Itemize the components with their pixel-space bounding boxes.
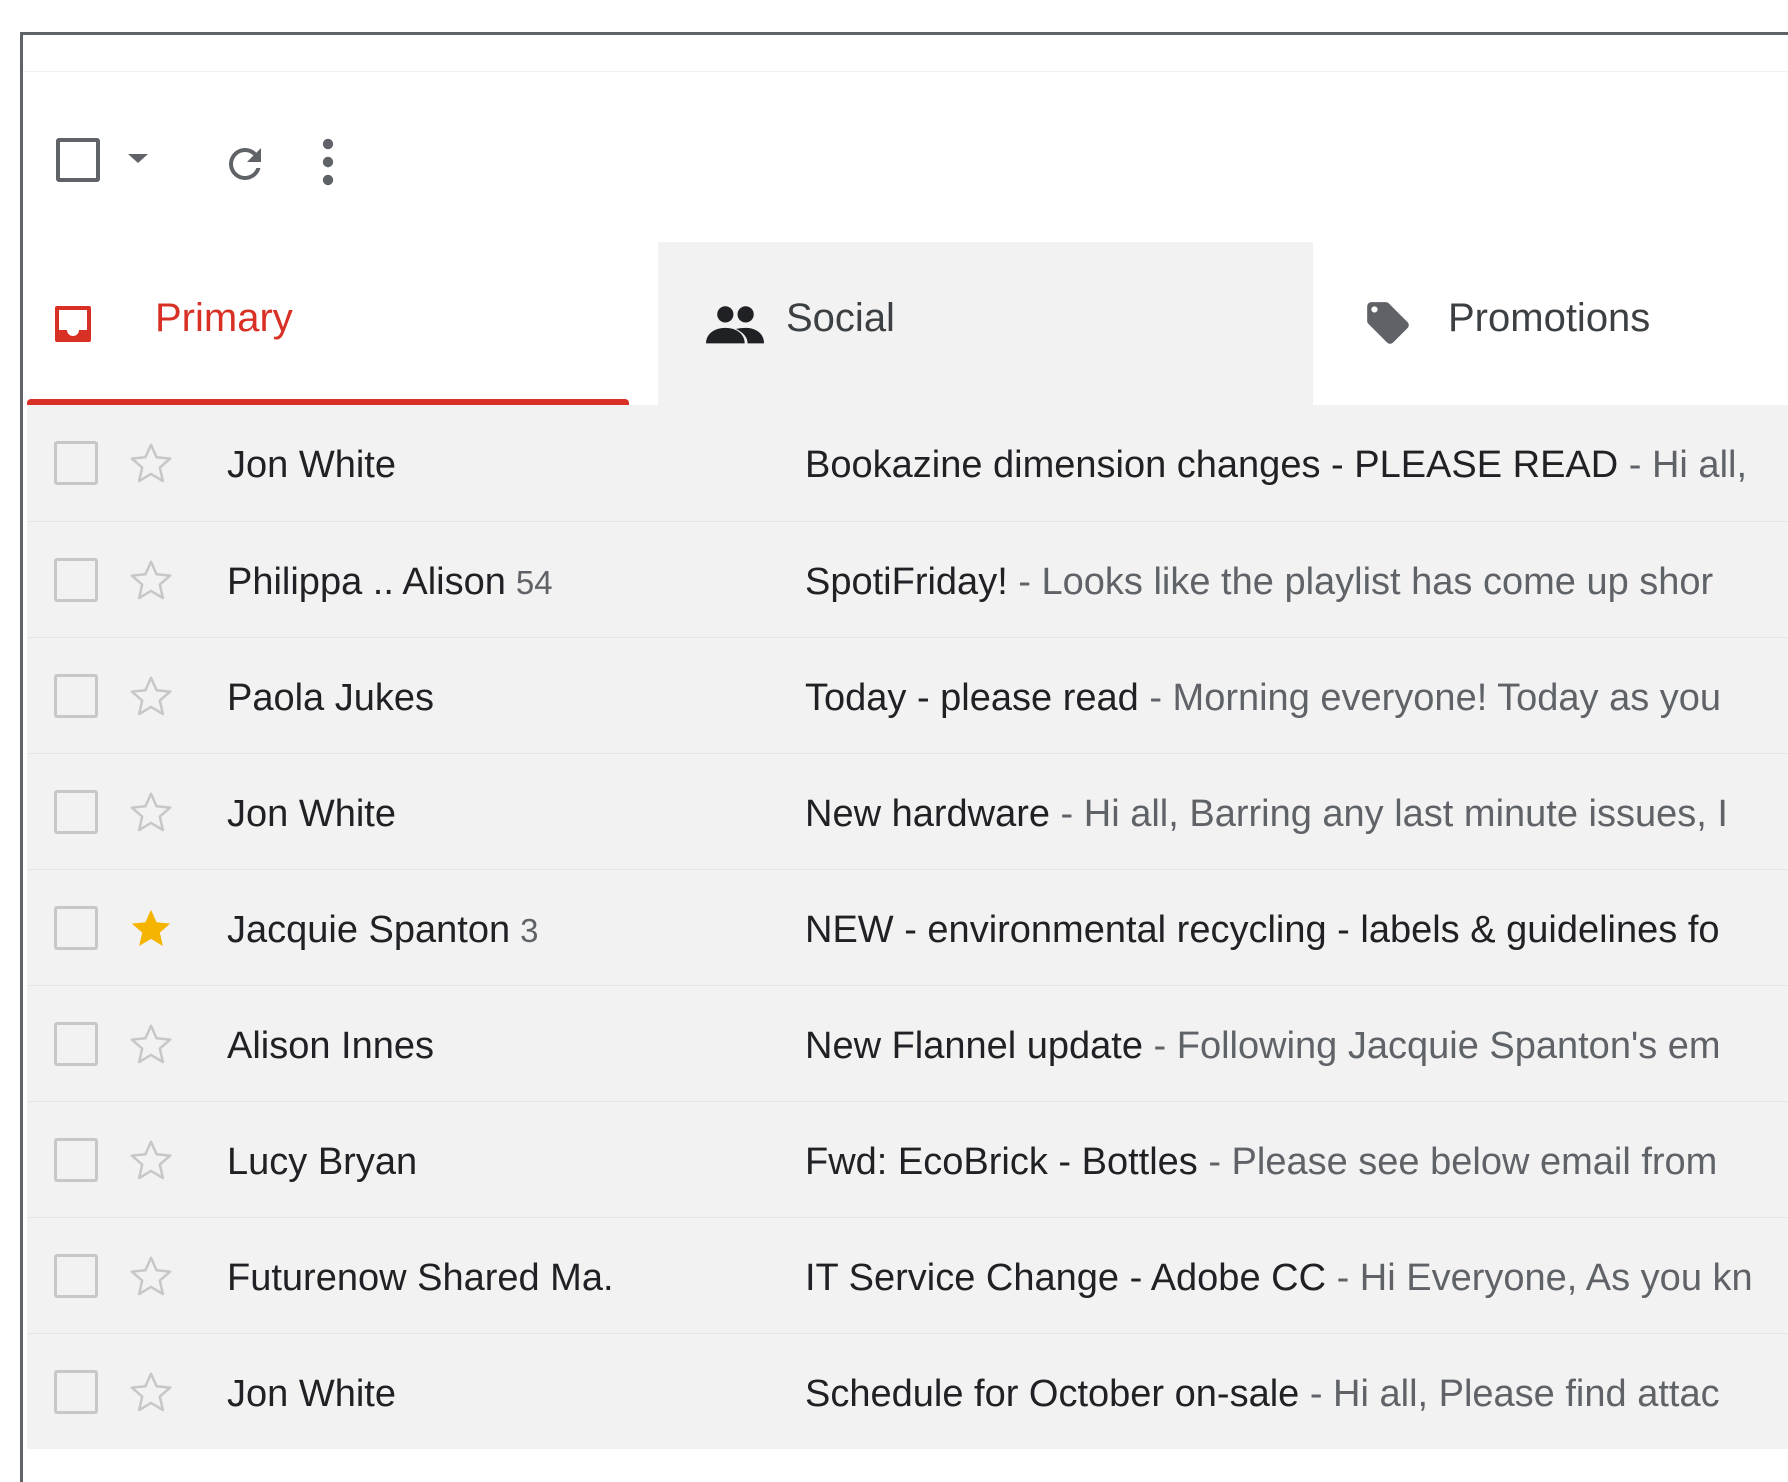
tag-icon [1367,302,1409,344]
star-outline-icon[interactable] [127,1253,175,1299]
thread-count: 54 [515,564,553,601]
email-row[interactable]: Jacquie Spanton 3 NEW - environmental recy… [27,869,1788,985]
tab-social-label: Social [786,296,895,340]
star-filled-icon[interactable] [127,905,175,951]
email-subject: New hardware [805,793,1050,835]
more-vert-icon[interactable] [313,136,343,188]
sender-name: Paola Jukes [227,677,434,720]
email-subject: Schedule for October on-sale [805,1373,1300,1415]
row-checkbox[interactable] [54,1370,98,1414]
sender-name: Futurenow Shared Ma. [227,1257,614,1300]
row-checkbox[interactable] [54,790,98,834]
email-row[interactable]: Jon White Bookazine dimension changes - P… [27,405,1788,521]
email-content: IT Service Change - Adobe CC - Hi Everyo… [805,1257,1753,1300]
sender-text: Alison Innes [227,1025,435,1067]
tab-social[interactable]: Social [658,242,1313,405]
thread-count: 3 [520,912,539,949]
sender-name: Alison Innes [227,1025,434,1068]
email-content: Schedule for October on-sale - Hi all, P… [805,1373,1720,1416]
sender-name: Jon White [227,444,396,487]
star-outline-icon[interactable] [127,440,175,486]
email-row[interactable]: Philippa .. Alison 54 SpotiFriday! - Looks… [27,521,1788,637]
email-row[interactable]: Futurenow Shared Ma. IT Service Change - … [27,1217,1788,1333]
refresh-icon[interactable] [221,140,269,188]
sender-text: Jon White [227,1373,396,1415]
email-content: New Flannel update - Following Jacquie S… [805,1025,1721,1068]
sender-text: Jacquie Spanton [227,909,511,951]
email-snippet: - Morning everyone! Today as you [1138,677,1722,719]
email-subject: SpotiFriday! [805,561,1008,603]
email-content: SpotiFriday! - Looks like the playlist h… [805,561,1713,604]
sender-text: Jon White [227,793,396,835]
top-strip [23,35,1788,72]
row-checkbox[interactable] [54,1022,98,1066]
email-list: Jon White Bookazine dimension changes - P… [27,405,1788,1449]
sender-text: Jon White [227,444,396,486]
email-row[interactable]: Jon White New hardware - Hi all, Barring … [27,753,1788,869]
email-snippet: - Hi Everyone, As you kn [1326,1257,1753,1299]
sender-text: Philippa .. Alison [227,561,506,603]
tab-primary-label: Primary [155,296,293,340]
sender-text: Futurenow Shared Ma. [227,1257,614,1299]
email-subject: Today - please read [805,677,1139,719]
email-subject: New Flannel update [805,1025,1143,1067]
sender-name: Lucy Bryan [227,1141,417,1184]
star-outline-icon[interactable] [127,789,175,835]
email-subject: Fwd: EcoBrick - Bottles [805,1141,1198,1183]
sender-name: Philippa .. Alison 54 [227,561,553,604]
inbox-window: Primary Social Promotions Jon White Booka… [20,32,1788,1482]
inbox-icon [55,306,91,342]
star-outline-icon[interactable] [127,557,175,603]
email-content: Bookazine dimension changes - PLEASE REA… [805,444,1747,487]
row-checkbox[interactable] [54,674,98,718]
email-snippet: - Hi all, Barring any last minute issues… [1050,793,1728,835]
email-subject: IT Service Change - Adobe CC [805,1257,1327,1299]
sender-text: Lucy Bryan [227,1141,418,1183]
select-options-dropdown-icon[interactable] [128,154,148,163]
email-content: NEW - environmental recycling - labels &… [805,909,1720,952]
email-snippet: - Hi all, Please find attac [1299,1373,1720,1415]
people-icon [706,306,764,344]
toolbar [23,72,1788,242]
email-content: Fwd: EcoBrick - Bottles - Please see bel… [805,1141,1717,1184]
email-row[interactable]: Lucy Bryan Fwd: EcoBrick - Bottles - Plea… [27,1101,1788,1217]
email-snippet: - Following Jacquie Spanton's em [1143,1025,1721,1067]
row-checkbox[interactable] [54,906,98,950]
tab-primary[interactable]: Primary [23,242,658,406]
star-outline-icon[interactable] [127,1021,175,1067]
row-checkbox[interactable] [54,1138,98,1182]
category-tabs: Primary Social Promotions [23,242,1788,406]
email-subject: Bookazine dimension changes - PLEASE REA… [805,444,1619,486]
sender-text: Paola Jukes [227,677,435,719]
row-checkbox[interactable] [54,558,98,602]
email-snippet: - Hi all, [1618,444,1748,486]
email-content: Today - please read - Morning everyone! … [805,677,1721,720]
tab-promotions[interactable]: Promotions [1313,242,1788,405]
sender-name: Jacquie Spanton 3 [227,909,538,952]
email-row[interactable]: Alison Innes New Flannel update - Followi… [27,985,1788,1101]
star-outline-icon[interactable] [127,1369,175,1415]
email-snippet: - Looks like the playlist has come up sh… [1007,561,1714,603]
sender-name: Jon White [227,1373,396,1416]
email-row[interactable]: Jon White Schedule for October on-sale - … [27,1333,1788,1449]
email-snippet: - Please see below email from [1197,1141,1718,1183]
email-content: New hardware - Hi all, Barring any last … [805,793,1728,836]
row-checkbox[interactable] [54,441,98,485]
email-subject: NEW - environmental recycling - labels &… [805,909,1720,951]
row-checkbox[interactable] [54,1254,98,1298]
sender-name: Jon White [227,793,396,836]
email-row[interactable]: Paola Jukes Today - please read - Morning… [27,637,1788,753]
select-all-checkbox[interactable] [56,138,100,182]
tab-promotions-label: Promotions [1448,296,1651,340]
star-outline-icon[interactable] [127,673,175,719]
star-outline-icon[interactable] [127,1137,175,1183]
